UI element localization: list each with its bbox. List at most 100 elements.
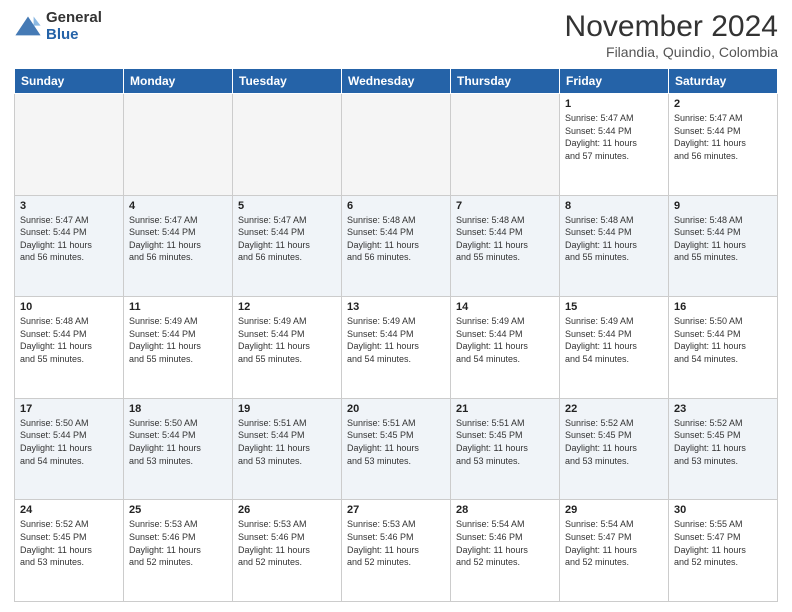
calendar-cell: 18Sunrise: 5:50 AM Sunset: 5:44 PM Dayli… <box>124 398 233 500</box>
calendar-cell: 29 Sunrise: 5:54 AM Sunset: 5:47 PM Dayli… <box>560 500 669 602</box>
calendar-week-5: 24Sunrise: 5:52 AM Sunset: 5:45 PM Dayli… <box>15 500 778 602</box>
cell-day-number: 26 <box>238 504 336 516</box>
header: General Blue November 2024 Filandia, Qui… <box>14 10 778 60</box>
calendar-cell: 13 Sunrise: 5:49 AM Sunset: 5:44 PM Dayli… <box>342 297 451 399</box>
cell-info: Sunrise: 5:49 AM Sunset: 5:44 PM Dayligh… <box>347 315 445 365</box>
calendar-cell <box>342 94 451 196</box>
cell-info: Sunrise: 5:54 AM Sunset: 5:47 PM Dayligh… <box>565 518 663 568</box>
cell-day-number: 17 <box>20 403 118 415</box>
cell-day-number: 21 <box>456 403 554 415</box>
cell-info: Sunrise: 5:50 AM Sunset: 5:44 PM Dayligh… <box>674 315 772 365</box>
weekday-header-tuesday: Tuesday <box>233 69 342 94</box>
calendar-cell: 23 Sunrise: 5:52 AM Sunset: 5:45 PM Dayli… <box>669 398 778 500</box>
calendar-body: 1 Sunrise: 5:47 AM Sunset: 5:44 PM Daylig… <box>15 94 778 602</box>
cell-info: Sunrise: 5:55 AM Sunset: 5:47 PM Dayligh… <box>674 518 772 568</box>
location-title: Filandia, Quindio, Colombia <box>565 44 778 60</box>
cell-info: Sunrise: 5:48 AM Sunset: 5:44 PM Dayligh… <box>674 214 772 264</box>
calendar-cell: 9 Sunrise: 5:48 AM Sunset: 5:44 PM Daylig… <box>669 195 778 297</box>
cell-info: Sunrise: 5:48 AM Sunset: 5:44 PM Dayligh… <box>565 214 663 264</box>
cell-info: Sunrise: 5:48 AM Sunset: 5:44 PM Dayligh… <box>456 214 554 264</box>
cell-day-number: 6 <box>347 200 445 212</box>
calendar-week-1: 1 Sunrise: 5:47 AM Sunset: 5:44 PM Daylig… <box>15 94 778 196</box>
calendar-cell: 7 Sunrise: 5:48 AM Sunset: 5:44 PM Daylig… <box>451 195 560 297</box>
calendar-cell: 28 Sunrise: 5:54 AM Sunset: 5:46 PM Dayli… <box>451 500 560 602</box>
calendar-cell: 20 Sunrise: 5:51 AM Sunset: 5:45 PM Dayli… <box>342 398 451 500</box>
cell-info: Sunrise: 5:48 AM Sunset: 5:44 PM Dayligh… <box>347 214 445 264</box>
cell-info: Sunrise: 5:51 AM Sunset: 5:45 PM Dayligh… <box>456 417 554 467</box>
calendar-cell: 24Sunrise: 5:52 AM Sunset: 5:45 PM Dayli… <box>15 500 124 602</box>
calendar-cell: 16 Sunrise: 5:50 AM Sunset: 5:44 PM Dayli… <box>669 297 778 399</box>
calendar-cell: 8 Sunrise: 5:48 AM Sunset: 5:44 PM Daylig… <box>560 195 669 297</box>
cell-info: Sunrise: 5:50 AM Sunset: 5:44 PM Dayligh… <box>20 417 118 467</box>
calendar-week-2: 3 Sunrise: 5:47 AM Sunset: 5:44 PM Daylig… <box>15 195 778 297</box>
cell-info: Sunrise: 5:51 AM Sunset: 5:44 PM Dayligh… <box>238 417 336 467</box>
cell-day-number: 12 <box>238 301 336 313</box>
month-title: November 2024 <box>565 10 778 44</box>
calendar-cell: 12 Sunrise: 5:49 AM Sunset: 5:44 PM Dayli… <box>233 297 342 399</box>
cell-info: Sunrise: 5:51 AM Sunset: 5:45 PM Dayligh… <box>347 417 445 467</box>
cell-day-number: 9 <box>674 200 772 212</box>
cell-info: Sunrise: 5:47 AM Sunset: 5:44 PM Dayligh… <box>565 112 663 162</box>
calendar-week-3: 10 Sunrise: 5:48 AM Sunset: 5:44 PM Dayli… <box>15 297 778 399</box>
cell-day-number: 19 <box>238 403 336 415</box>
cell-day-number: 14 <box>456 301 554 313</box>
cell-day-number: 29 <box>565 504 663 516</box>
calendar-cell: 26 Sunrise: 5:53 AM Sunset: 5:46 PM Dayli… <box>233 500 342 602</box>
cell-info: Sunrise: 5:47 AM Sunset: 5:44 PM Dayligh… <box>20 214 118 264</box>
calendar-cell: 25 Sunrise: 5:53 AM Sunset: 5:46 PM Dayli… <box>124 500 233 602</box>
calendar-week-4: 17 Sunrise: 5:50 AM Sunset: 5:44 PM Dayli… <box>15 398 778 500</box>
cell-day-number: 16 <box>674 301 772 313</box>
cell-day-number: 20 <box>347 403 445 415</box>
cell-day-number: 22 <box>565 403 663 415</box>
cell-day-number: 28 <box>456 504 554 516</box>
cell-info: Sunrise: 5:54 AM Sunset: 5:46 PM Dayligh… <box>456 518 554 568</box>
calendar-cell <box>15 94 124 196</box>
title-block: November 2024 Filandia, Quindio, Colombi… <box>565 10 778 60</box>
cell-day-number: 24 <box>20 504 118 516</box>
weekday-header-row: SundayMondayTuesdayWednesdayThursdayFrid… <box>15 69 778 94</box>
calendar-cell: 14 Sunrise: 5:49 AM Sunset: 5:44 PM Dayli… <box>451 297 560 399</box>
logo-text: General Blue <box>46 10 102 43</box>
calendar-header: SundayMondayTuesdayWednesdayThursdayFrid… <box>15 69 778 94</box>
cell-info: Sunrise: 5:48 AM Sunset: 5:44 PM Dayligh… <box>20 315 118 365</box>
cell-day-number: 25 <box>129 504 227 516</box>
cell-info: Sunrise: 5:49 AM Sunset: 5:44 PM Dayligh… <box>238 315 336 365</box>
cell-info: Sunrise: 5:52 AM Sunset: 5:45 PM Dayligh… <box>565 417 663 467</box>
calendar-cell: 1 Sunrise: 5:47 AM Sunset: 5:44 PM Daylig… <box>560 94 669 196</box>
cell-day-number: 7 <box>456 200 554 212</box>
cell-info: Sunrise: 5:52 AM Sunset: 5:45 PM Dayligh… <box>674 417 772 467</box>
calendar-cell <box>233 94 342 196</box>
cell-day-number: 2 <box>674 98 772 110</box>
calendar-cell <box>451 94 560 196</box>
cell-day-number: 11 <box>129 301 227 313</box>
logo: General Blue <box>14 10 102 43</box>
calendar-cell: 19 Sunrise: 5:51 AM Sunset: 5:44 PM Dayli… <box>233 398 342 500</box>
cell-day-number: 13 <box>347 301 445 313</box>
calendar-cell: 27Sunrise: 5:53 AM Sunset: 5:46 PM Dayli… <box>342 500 451 602</box>
cell-day-number: 3 <box>20 200 118 212</box>
cell-info: Sunrise: 5:53 AM Sunset: 5:46 PM Dayligh… <box>129 518 227 568</box>
cell-day-number: 18 <box>129 403 227 415</box>
calendar-cell: 11Sunrise: 5:49 AM Sunset: 5:44 PM Dayli… <box>124 297 233 399</box>
cell-info: Sunrise: 5:47 AM Sunset: 5:44 PM Dayligh… <box>238 214 336 264</box>
logo-icon <box>14 13 42 41</box>
calendar-cell: 17 Sunrise: 5:50 AM Sunset: 5:44 PM Dayli… <box>15 398 124 500</box>
calendar-cell <box>124 94 233 196</box>
calendar-cell: 2 Sunrise: 5:47 AM Sunset: 5:44 PM Daylig… <box>669 94 778 196</box>
calendar-cell: 22 Sunrise: 5:52 AM Sunset: 5:45 PM Dayli… <box>560 398 669 500</box>
weekday-header-monday: Monday <box>124 69 233 94</box>
cell-day-number: 23 <box>674 403 772 415</box>
weekday-header-thursday: Thursday <box>451 69 560 94</box>
cell-day-number: 8 <box>565 200 663 212</box>
calendar-cell: 3 Sunrise: 5:47 AM Sunset: 5:44 PM Daylig… <box>15 195 124 297</box>
cell-day-number: 1 <box>565 98 663 110</box>
cell-day-number: 15 <box>565 301 663 313</box>
calendar-cell: 6 Sunrise: 5:48 AM Sunset: 5:44 PM Daylig… <box>342 195 451 297</box>
cell-day-number: 10 <box>20 301 118 313</box>
cell-info: Sunrise: 5:49 AM Sunset: 5:44 PM Dayligh… <box>565 315 663 365</box>
weekday-header-wednesday: Wednesday <box>342 69 451 94</box>
weekday-header-saturday: Saturday <box>669 69 778 94</box>
cell-info: Sunrise: 5:47 AM Sunset: 5:44 PM Dayligh… <box>674 112 772 162</box>
cell-info: Sunrise: 5:49 AM Sunset: 5:44 PM Dayligh… <box>456 315 554 365</box>
cell-info: Sunrise: 5:53 AM Sunset: 5:46 PM Dayligh… <box>238 518 336 568</box>
